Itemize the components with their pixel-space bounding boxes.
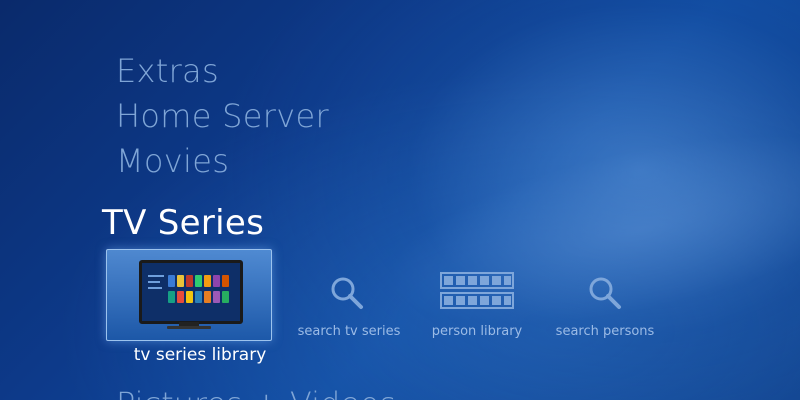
tile-search-tv-series[interactable] <box>296 266 406 316</box>
tv-thumb <box>168 291 175 303</box>
tile-person-library[interactable] <box>426 266 536 316</box>
background-glow <box>369 97 800 363</box>
menu-item-home-server[interactable]: Home Server <box>116 97 329 135</box>
tv-thumb <box>186 291 193 303</box>
tile-label-search-persons: search persons <box>555 324 655 339</box>
tv-thumb <box>177 291 184 303</box>
tile-tv-series-library[interactable] <box>106 249 272 341</box>
tv-thumb <box>204 291 211 303</box>
tv-screen <box>139 260 243 324</box>
tv-thumb <box>195 275 202 287</box>
tv-menu-line <box>148 275 164 277</box>
tv-thumb <box>177 275 184 287</box>
film-grid-icon <box>440 272 514 309</box>
menu-item-next[interactable]: Pictures + Videos <box>116 388 396 400</box>
menu-item-movies[interactable]: Movies <box>116 142 229 180</box>
tv-menu-line <box>148 281 160 283</box>
tv-base <box>167 326 211 329</box>
tv-menu-line <box>148 287 162 289</box>
tv-thumb-row <box>168 291 229 303</box>
tv-thumb <box>222 275 229 287</box>
tile-search-persons[interactable] <box>552 266 662 316</box>
menu-item-extras[interactable]: Extras <box>116 52 219 90</box>
tv-thumb <box>195 291 202 303</box>
tv-thumb <box>213 291 220 303</box>
search-icon <box>589 277 621 309</box>
tile-label-tv-series-library: tv series library <box>133 345 267 365</box>
section-title-tv-series[interactable]: TV Series <box>102 203 264 243</box>
tv-thumb <box>186 275 193 287</box>
search-icon <box>331 277 363 309</box>
tv-thumb <box>204 275 211 287</box>
tv-thumb <box>213 275 220 287</box>
tv-thumb <box>168 275 175 287</box>
tv-thumb <box>222 291 229 303</box>
tv-thumb-row <box>168 275 229 287</box>
